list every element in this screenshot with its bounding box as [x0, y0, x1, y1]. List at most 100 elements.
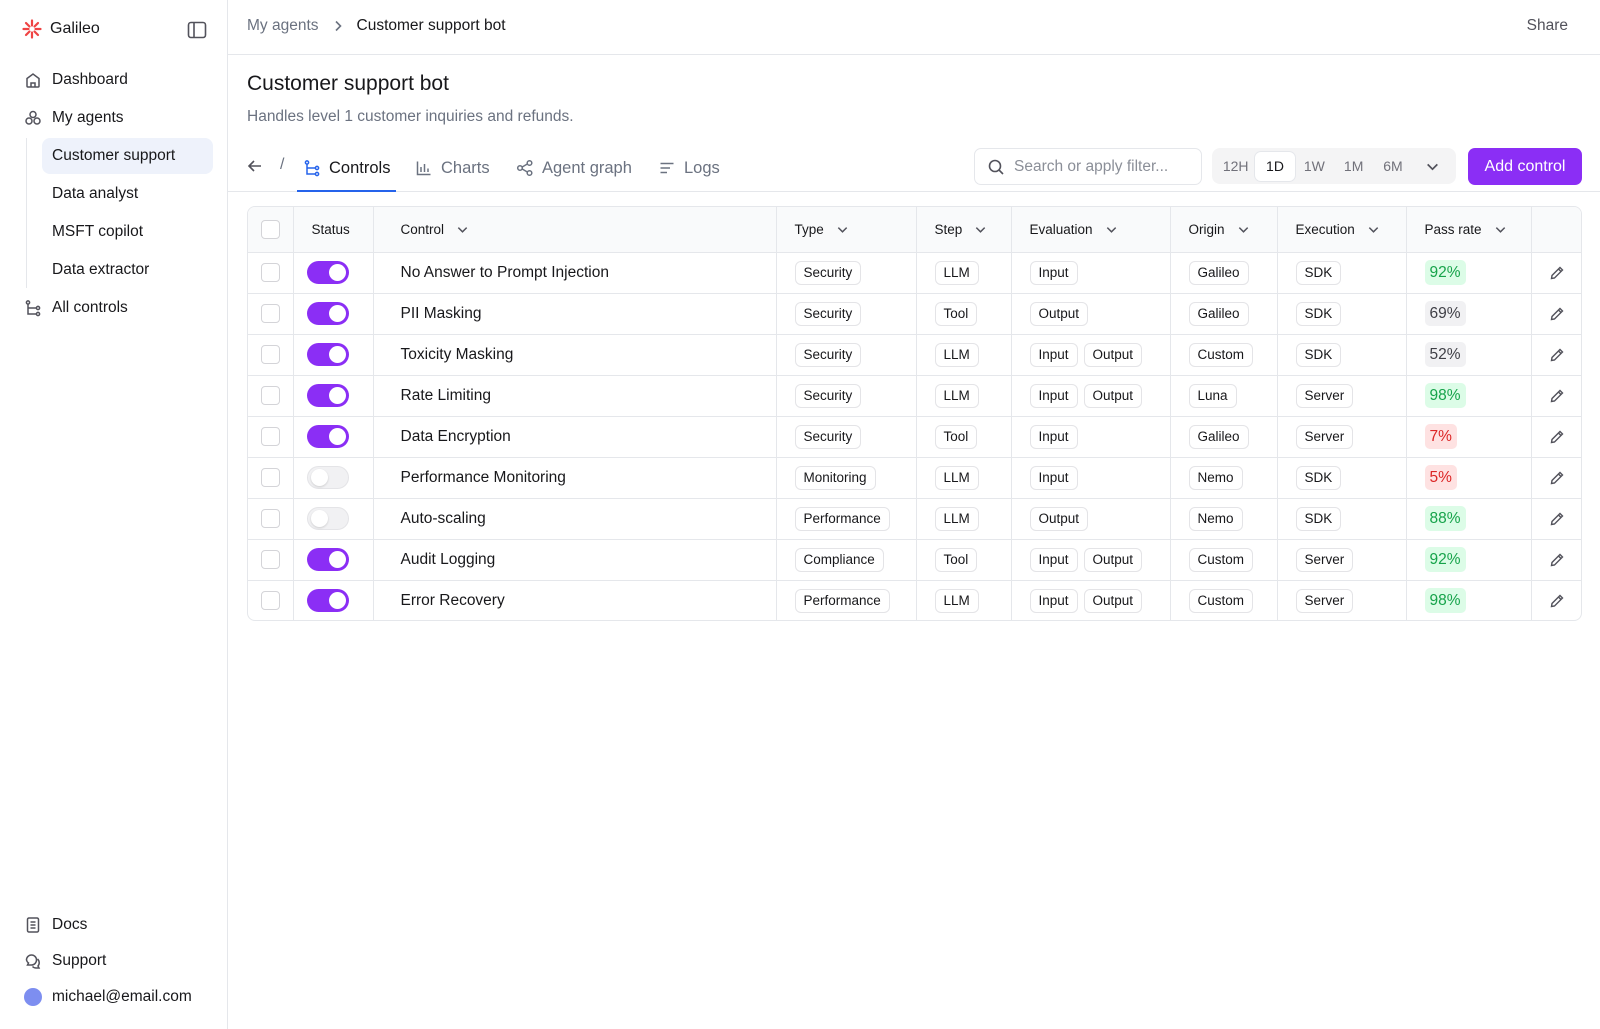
status-toggle[interactable] — [306, 261, 349, 284]
sidebar-user[interactable]: michael@email.com — [14, 979, 213, 1015]
row-checkbox[interactable] — [261, 304, 280, 323]
execution-cell: SDK — [1277, 498, 1407, 539]
select-all-checkbox[interactable] — [261, 219, 280, 239]
row-checkbox[interactable] — [261, 591, 280, 611]
status-toggle[interactable] — [306, 384, 349, 407]
pencil-icon[interactable] — [1549, 593, 1565, 609]
column-header-step[interactable]: Step — [916, 207, 1012, 253]
sidebar-collapse-icon[interactable] — [186, 19, 208, 41]
range-dropdown[interactable] — [1413, 152, 1452, 181]
range-1d[interactable]: 1D — [1255, 151, 1295, 181]
range-1w[interactable]: 1W — [1295, 152, 1334, 181]
row-checkbox[interactable] — [261, 345, 280, 364]
status-toggle[interactable] — [306, 425, 349, 448]
tab-controls[interactable]: Controls — [296, 145, 397, 192]
edit-cell — [1531, 252, 1581, 293]
sidebar-item-dashboard[interactable]: Dashboard — [14, 62, 213, 98]
status-cell — [293, 252, 374, 293]
tab-logs[interactable]: Logs — [658, 145, 720, 191]
column-header-evaluation[interactable]: Evaluation — [1011, 207, 1171, 253]
search-icon — [988, 159, 1004, 175]
status-toggle[interactable] — [306, 343, 349, 366]
tab-charts[interactable]: Charts — [415, 145, 490, 191]
sidebar-item-docs[interactable]: Docs — [14, 907, 213, 943]
status-toggle[interactable] — [306, 507, 349, 530]
execution-badge: Server — [1295, 383, 1354, 408]
pencil-icon[interactable] — [1549, 511, 1565, 527]
pencil-icon[interactable] — [1549, 347, 1565, 363]
origin-badge: Custom — [1188, 588, 1254, 613]
execution-badge: Server — [1295, 588, 1354, 613]
sidebar-agent-customer-support[interactable]: Customer support — [42, 138, 213, 174]
pass-rate-cell: 5% — [1406, 457, 1532, 498]
table-row[interactable]: No Answer to Prompt Injection Security L… — [248, 252, 1581, 293]
table-row[interactable]: Performance Monitoring Monitoring LLM In… — [248, 457, 1581, 498]
row-checkbox[interactable] — [261, 468, 280, 487]
row-checkbox[interactable] — [261, 509, 280, 528]
pencil-icon[interactable] — [1549, 306, 1565, 322]
pencil-icon[interactable] — [1549, 552, 1565, 568]
sidebar-item-my-agents[interactable]: My agents — [14, 100, 213, 136]
pencil-icon[interactable] — [1549, 429, 1565, 445]
status-toggle[interactable] — [306, 589, 349, 613]
type-cell: Security — [776, 375, 917, 416]
column-header-origin[interactable]: Origin — [1170, 207, 1278, 253]
range-1m[interactable]: 1M — [1334, 152, 1373, 181]
row-checkbox[interactable] — [261, 386, 280, 405]
pass-rate-badge: 92% — [1424, 260, 1466, 285]
search-box[interactable] — [974, 148, 1202, 185]
row-checkbox[interactable] — [261, 550, 280, 569]
edit-cell — [1531, 457, 1581, 498]
range-12h[interactable]: 12H — [1216, 152, 1255, 181]
breadcrumb-current: Customer support bot — [356, 17, 506, 34]
breadcrumb-my-agents[interactable]: My agents — [247, 17, 319, 35]
table-row[interactable]: Data Encryption Security Tool Input Gali… — [248, 416, 1581, 457]
table-row[interactable]: Error Recovery Performance LLM Input Outp… — [248, 580, 1581, 620]
status-cell — [293, 334, 374, 375]
column-header-control[interactable]: Control — [373, 207, 777, 253]
sidebar-agent-data-analyst[interactable]: Data analyst — [42, 176, 213, 212]
add-control-button[interactable]: Add control — [1468, 148, 1582, 185]
table-row[interactable]: Auto-scaling Performance LLM Output Nemo… — [248, 498, 1581, 539]
column-header-status[interactable]: Status — [293, 207, 374, 253]
brand-name: Galileo — [50, 20, 100, 37]
sidebar-item-all-controls[interactable]: All controls — [14, 290, 213, 326]
row-checkbox[interactable] — [261, 263, 280, 282]
execution-badge: Server — [1295, 547, 1354, 572]
pencil-icon[interactable] — [1549, 265, 1565, 281]
table-row[interactable]: Audit Logging Compliance Tool Input Outpu… — [248, 539, 1581, 580]
column-header-type[interactable]: Type — [776, 207, 917, 253]
share-button[interactable]: Share — [1527, 17, 1568, 35]
range-6m[interactable]: 6M — [1373, 152, 1412, 181]
table-row[interactable]: Toxicity Masking Security LLM Input Outpu… — [248, 334, 1581, 375]
row-checkbox[interactable] — [261, 427, 280, 446]
step-cell: LLM — [916, 334, 1012, 375]
sidebar-agent-data-extractor[interactable]: Data extractor — [42, 252, 213, 288]
brand[interactable]: Galileo — [22, 16, 100, 42]
column-header-execution[interactable]: Execution — [1277, 207, 1407, 253]
pencil-icon[interactable] — [1549, 470, 1565, 486]
table-header-row: Status Control Type Step Evaluation Orig… — [248, 207, 1581, 253]
row-checkbox-cell — [248, 416, 294, 457]
pencil-icon[interactable] — [1549, 388, 1565, 404]
sidebar-item-support[interactable]: Support — [14, 943, 213, 979]
type-badge: Performance — [794, 588, 890, 613]
search-input[interactable] — [1014, 157, 1184, 176]
type-badge: Security — [794, 383, 862, 408]
status-toggle[interactable] — [306, 548, 349, 571]
agents-list: Customer support Data analyst MSFT copil… — [26, 138, 213, 288]
status-toggle[interactable] — [306, 302, 349, 325]
evaluation-cell: Output — [1011, 498, 1171, 539]
arrow-left-icon[interactable] — [245, 156, 265, 176]
column-header-pass-rate[interactable]: Pass rate — [1406, 207, 1532, 253]
table-row[interactable]: PII Masking Security Tool Output Galileo… — [248, 293, 1581, 334]
table-row[interactable]: Rate Limiting Security LLM Input Output L… — [248, 375, 1581, 416]
tab-agent-graph[interactable]: Agent graph — [516, 145, 632, 191]
evaluation-badge: Output — [1029, 301, 1089, 326]
sidebar-agent-msft-copilot[interactable]: MSFT copilot — [42, 214, 213, 250]
status-toggle[interactable] — [306, 466, 349, 489]
tab-label: Agent graph — [542, 158, 632, 177]
origin-badge: Nemo — [1188, 506, 1243, 531]
execution-cell: Server — [1277, 416, 1407, 457]
galileo-logo-icon — [22, 19, 42, 39]
